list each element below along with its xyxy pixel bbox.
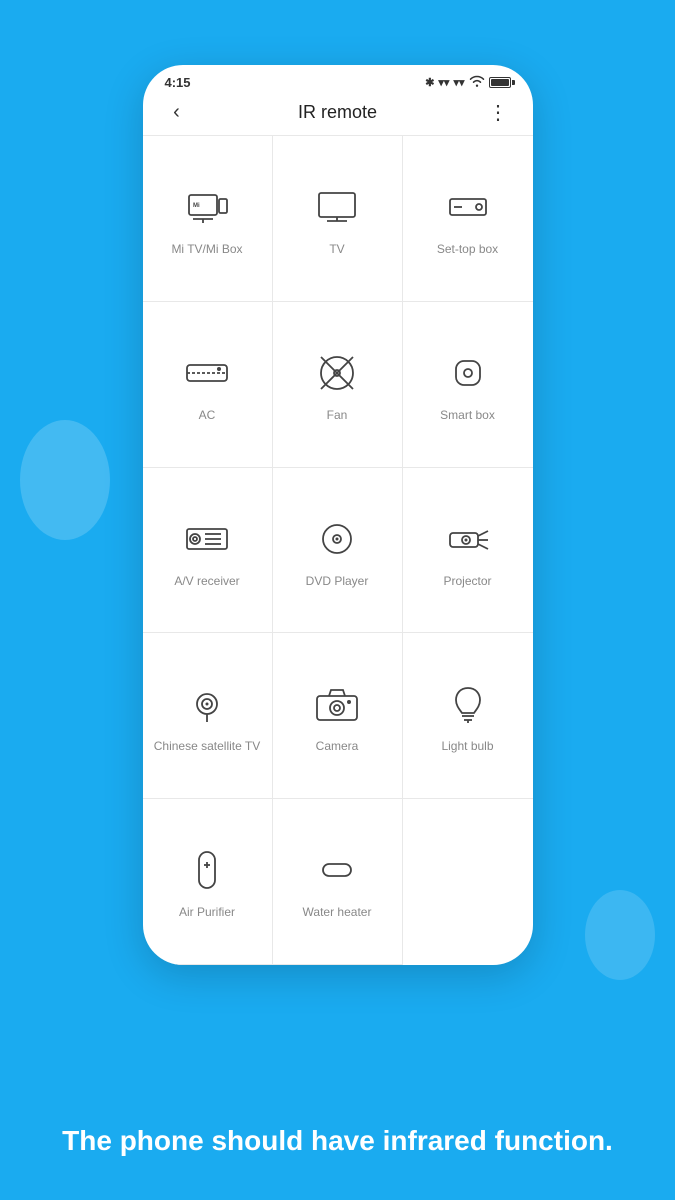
waterheater-icon — [313, 846, 361, 894]
wifi-icon — [469, 75, 485, 90]
grid-item-lightbulb[interactable]: Light bulb — [403, 633, 533, 799]
signal-icon-2: ▾▾ — [453, 76, 464, 89]
mi-tv-label: Mi TV/Mi Box — [171, 241, 242, 258]
ac-icon — [183, 349, 231, 397]
smartbox-icon — [444, 349, 492, 397]
lightbulb-icon — [444, 680, 492, 728]
grid-item-settop[interactable]: Set-top box — [403, 136, 533, 302]
dvd-label: DVD Player — [306, 573, 369, 590]
settop-label: Set-top box — [437, 241, 498, 258]
battery-icon — [489, 77, 511, 88]
av-label: A/V receiver — [174, 573, 239, 590]
satellite-icon — [183, 680, 231, 728]
signal-icon-1: ▾▾ — [438, 76, 449, 89]
grid-item-satellite[interactable]: Chinese satellite TV — [143, 633, 273, 799]
grid-item-fan[interactable]: Fan — [273, 302, 403, 468]
grid-item-mi-tv[interactable]: Mi Mi TV/Mi Box — [143, 136, 273, 302]
bg-decoration-left — [20, 420, 110, 540]
fan-icon — [313, 349, 361, 397]
airpurifier-label: Air Purifier — [179, 904, 235, 921]
airpurifier-icon — [183, 846, 231, 894]
grid-item-dvd[interactable]: DVD Player — [273, 468, 403, 634]
satellite-label: Chinese satellite TV — [154, 738, 261, 755]
tv-icon — [313, 183, 361, 231]
camera-icon — [313, 680, 361, 728]
grid-item-ac[interactable]: AC — [143, 302, 273, 468]
settop-icon — [444, 183, 492, 231]
back-button[interactable]: ‹ — [161, 101, 193, 124]
lightbulb-label: Light bulb — [441, 738, 493, 755]
ac-label: AC — [199, 407, 216, 424]
projector-icon — [444, 515, 492, 563]
waterheater-label: Water heater — [303, 904, 372, 921]
grid-item-av[interactable]: A/V receiver — [143, 468, 273, 634]
phone-mockup: 4:15 ✱ ▾▾ ▾▾ ‹ IR remote ⋮ — [143, 65, 533, 965]
status-bar: 4:15 ✱ ▾▾ ▾▾ — [143, 65, 533, 96]
smartbox-label: Smart box — [440, 407, 495, 424]
grid-item-tv[interactable]: TV — [273, 136, 403, 302]
grid-item-airpurifier[interactable]: Air Purifier — [143, 799, 273, 965]
bg-decoration-right — [585, 890, 655, 980]
menu-button[interactable]: ⋮ — [483, 100, 515, 125]
svg-text:Mi: Mi — [193, 203, 200, 209]
tv-label: TV — [329, 241, 344, 258]
bottom-message: The phone should have infrared function. — [22, 1092, 653, 1200]
fan-label: Fan — [327, 407, 348, 424]
grid-item-smartbox[interactable]: Smart box — [403, 302, 533, 468]
bluetooth-icon: ✱ — [425, 76, 434, 89]
mi-tv-icon: Mi — [183, 183, 231, 231]
page-title: IR remote — [298, 102, 377, 123]
nav-bar: ‹ IR remote ⋮ — [143, 96, 533, 135]
av-icon — [183, 515, 231, 563]
projector-label: Projector — [443, 573, 491, 590]
grid-item-camera[interactable]: Camera — [273, 633, 403, 799]
dvd-icon — [313, 515, 361, 563]
status-icons: ✱ ▾▾ ▾▾ — [425, 75, 510, 90]
camera-label: Camera — [316, 738, 359, 755]
grid-item-projector[interactable]: Projector — [403, 468, 533, 634]
device-grid: Mi Mi TV/Mi Box TV Set-top box — [143, 136, 533, 965]
grid-item-waterheater[interactable]: Water heater — [273, 799, 403, 965]
status-time: 4:15 — [165, 75, 191, 90]
